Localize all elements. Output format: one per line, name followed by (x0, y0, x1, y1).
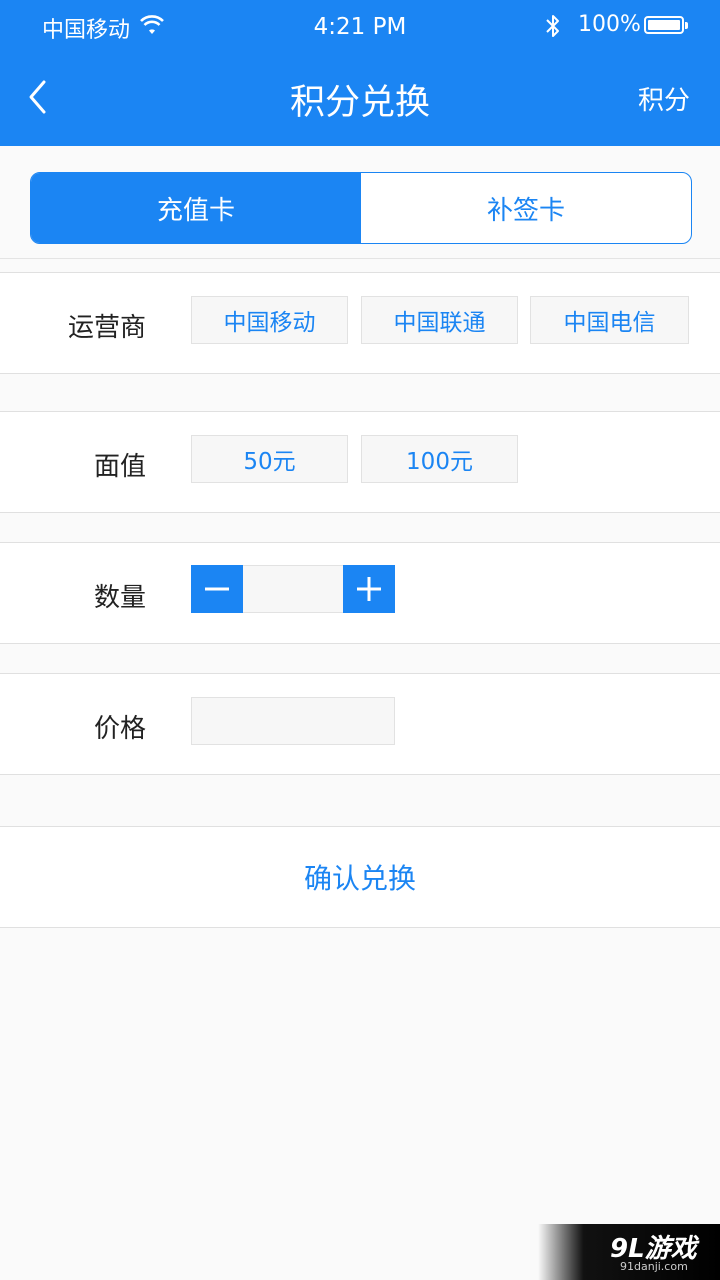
app-header: 中国移动 4:21 PM 100% 积分兑换 积分 (0, 0, 720, 146)
price-row: 价格 (0, 673, 720, 775)
operator-option-unicom[interactable]: 中国联通 (361, 296, 518, 344)
plus-icon (357, 577, 381, 601)
bluetooth-icon (546, 15, 559, 37)
price-label: 价格 (93, 714, 146, 744)
points-button[interactable]: 积分 (638, 80, 690, 117)
page-title: 积分兑换 (289, 83, 430, 123)
increase-button[interactable] (343, 565, 395, 613)
face-value-row: 面值 50元 100元 (0, 411, 720, 513)
face-value-label: 面值 (93, 452, 146, 482)
divider (0, 258, 720, 259)
face-value-option-50[interactable]: 50元 (191, 435, 348, 483)
tab-sign-card[interactable]: 补签卡 (361, 173, 691, 243)
minus-icon (205, 587, 229, 591)
watermark-logo: 9L游戏 91danji.com (538, 1224, 720, 1280)
status-bar: 中国移动 4:21 PM 100% (0, 0, 720, 54)
face-value-option-100[interactable]: 100元 (361, 435, 518, 483)
operator-option-cmcc[interactable]: 中国移动 (191, 296, 348, 344)
operator-row: 运营商 中国移动 中国联通 中国电信 (0, 272, 720, 374)
price-field (191, 697, 395, 745)
decrease-button[interactable] (191, 565, 243, 613)
confirm-exchange-button[interactable]: 确认兑换 (0, 826, 720, 928)
quantity-row: 数量 (0, 542, 720, 644)
battery-percentage: 100% (578, 12, 641, 37)
tab-recharge-card[interactable]: 充值卡 (31, 173, 361, 243)
operator-label: 运营商 (67, 313, 146, 343)
watermark-url: 91danji.com (620, 1260, 688, 1273)
quantity-label: 数量 (93, 583, 146, 613)
quantity-input[interactable] (243, 565, 343, 613)
operator-option-telecom[interactable]: 中国电信 (530, 296, 689, 344)
battery-icon (644, 16, 688, 34)
card-type-tabs: 充值卡 补签卡 (30, 172, 692, 244)
